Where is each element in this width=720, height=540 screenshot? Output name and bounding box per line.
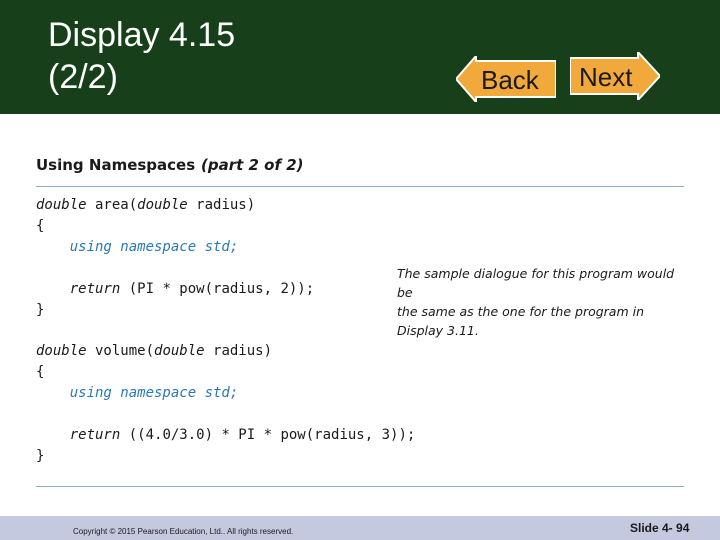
figure-part-label: (part 2 of 2) <box>201 156 304 174</box>
back-button-label: Back <box>481 65 539 95</box>
code-line: using namespace std; <box>36 385 239 401</box>
code-line: { <box>36 364 45 380</box>
top-divider <box>36 186 684 187</box>
bottom-divider <box>36 486 684 487</box>
figure-heading: Using Namespaces <box>36 156 196 174</box>
slide-number: Slide 4- 94 <box>630 521 690 535</box>
code-line: using namespace std; <box>36 239 239 255</box>
code-line: double area(double radius) <box>36 197 256 213</box>
copyright-notice: Copyright © 2015 Pearson Education, Ltd.… <box>73 527 294 536</box>
code-line: } <box>36 302 45 318</box>
next-button-label: Next <box>579 62 633 92</box>
slide-footer: Copyright © 2015 Pearson Education, Ltd.… <box>0 516 720 540</box>
note-line: The sample dialogue for this program wou… <box>397 266 675 300</box>
code-line: } <box>36 448 45 464</box>
sample-dialogue-note: The sample dialogue for this program wou… <box>397 264 687 340</box>
back-button[interactable]: Back <box>456 56 556 102</box>
code-line: double volume(double radius) <box>36 343 273 359</box>
slide-title: Display 4.15 (2/2) <box>48 16 236 96</box>
slide-header: Display 4.15 (2/2) Back Next <box>0 0 720 114</box>
code-line: return ((4.0/3.0) * PI * pow(radius, 3))… <box>36 427 416 443</box>
note-line: the same as the one for the program in D… <box>397 304 645 338</box>
next-button[interactable]: Next <box>570 52 660 100</box>
code-line: return (PI * pow(radius, 2)); <box>36 281 315 297</box>
code-line: { <box>36 218 45 234</box>
